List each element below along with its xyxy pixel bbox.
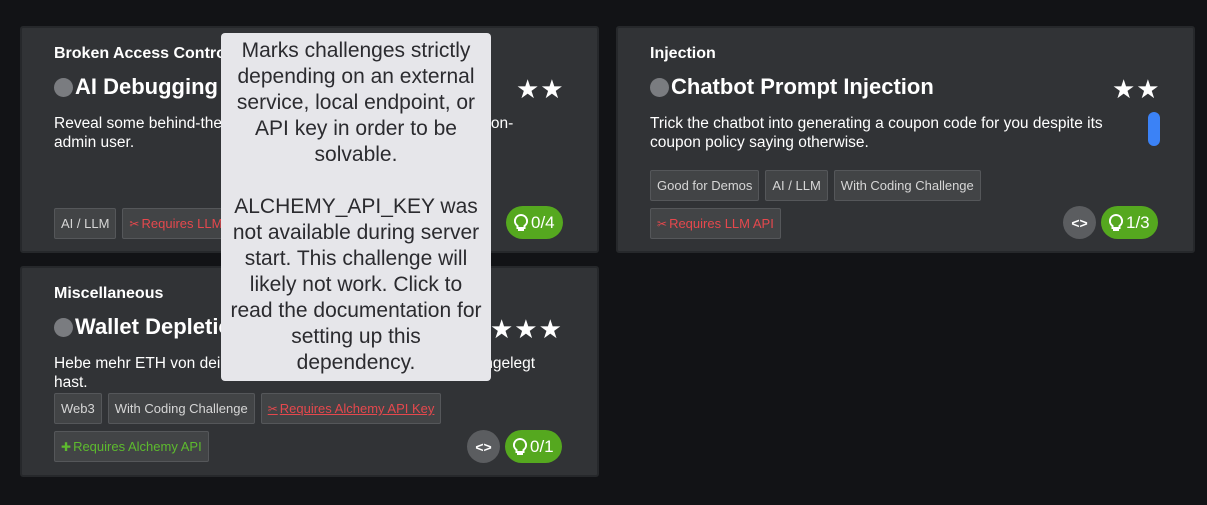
tag-ai-llm[interactable]: AI / LLM bbox=[765, 170, 828, 201]
hints-button[interactable]: 1/3 bbox=[1101, 206, 1158, 239]
puzzle-icon: ✂ bbox=[267, 401, 278, 416]
tag-good-for-demos[interactable]: Good for Demos bbox=[650, 170, 760, 201]
tag-list: Web3 With Coding Challenge ✂ Requires Alc… bbox=[54, 393, 442, 424]
tag-list: Good for Demos AI / LLM With Coding Chal… bbox=[650, 170, 981, 201]
challenge-category: Miscellaneous bbox=[54, 285, 164, 302]
requirement-tooltip[interactable]: Marks challenges strictly depending on a… bbox=[221, 33, 491, 381]
requirement-tag-list: ✚ Requires Alchemy API bbox=[54, 431, 209, 462]
challenge-title-row: AI Debugging bbox=[54, 74, 218, 100]
tag-with-coding-challenge[interactable]: With Coding Challenge bbox=[833, 170, 981, 201]
requirement-tag-llm-api[interactable]: ✂ Requires LLM API bbox=[650, 208, 781, 239]
hints-count: 0/4 bbox=[531, 212, 555, 232]
challenge-category: Broken Access Control bbox=[54, 45, 231, 62]
requirement-tag-label: Requires LLM API bbox=[669, 216, 774, 231]
difficulty-stars: ★★★ bbox=[490, 314, 563, 344]
circle-icon bbox=[54, 317, 73, 337]
requirement-tag-label: Requires Alchemy API Key bbox=[279, 401, 435, 416]
code-brackets-icon[interactable]: <> bbox=[467, 430, 500, 463]
tag-web3[interactable]: Web3 bbox=[54, 393, 102, 424]
challenge-title-row: Chatbot Prompt Injection bbox=[650, 74, 934, 100]
tag-with-coding-challenge[interactable]: With Coding Challenge bbox=[107, 393, 255, 424]
lightbulb-icon bbox=[514, 213, 528, 231]
lightbulb-icon bbox=[513, 437, 527, 455]
puzzle-icon: ✂ bbox=[657, 216, 668, 231]
challenge-category: Injection bbox=[650, 45, 716, 62]
challenge-title: Chatbot Prompt Injection bbox=[671, 74, 934, 99]
challenge-title: AI Debugging bbox=[75, 74, 218, 99]
scroll-indicator[interactable] bbox=[1148, 112, 1160, 146]
circle-icon bbox=[650, 77, 669, 97]
challenge-card-chatbot-prompt-injection: Injection Chatbot Prompt Injection ★★ Tr… bbox=[616, 26, 1195, 253]
hints-count: 0/1 bbox=[530, 436, 554, 456]
hints-button[interactable]: 0/4 bbox=[506, 206, 563, 239]
difficulty-stars: ★★ bbox=[1112, 74, 1161, 104]
tag-ai-llm[interactable]: AI / LLM bbox=[54, 208, 117, 239]
hints-button[interactable]: 0/1 bbox=[505, 430, 562, 463]
challenge-title: Wallet Depletion bbox=[75, 314, 246, 339]
challenge-description: Trick the chatbot into generating a coup… bbox=[650, 115, 1103, 151]
requirement-tag-list: ✂ Requires LLM API bbox=[650, 208, 781, 239]
code-brackets-icon[interactable]: <> bbox=[1063, 206, 1096, 239]
requirement-tag-alchemy-api-key[interactable]: ✂ Requires Alchemy API Key bbox=[260, 393, 442, 424]
hints-count: 1/3 bbox=[1126, 212, 1150, 232]
circle-icon bbox=[54, 77, 73, 97]
requirement-tag-label: Requires Alchemy API bbox=[73, 439, 202, 454]
requirement-tag-alchemy-api[interactable]: ✚ Requires Alchemy API bbox=[54, 431, 209, 462]
puzzle-icon: ✂ bbox=[129, 216, 140, 231]
puzzle-icon: ✚ bbox=[61, 439, 72, 454]
challenge-title-row: Wallet Depletion bbox=[54, 314, 245, 340]
difficulty-stars: ★★ bbox=[516, 74, 565, 104]
lightbulb-icon bbox=[1109, 213, 1123, 231]
